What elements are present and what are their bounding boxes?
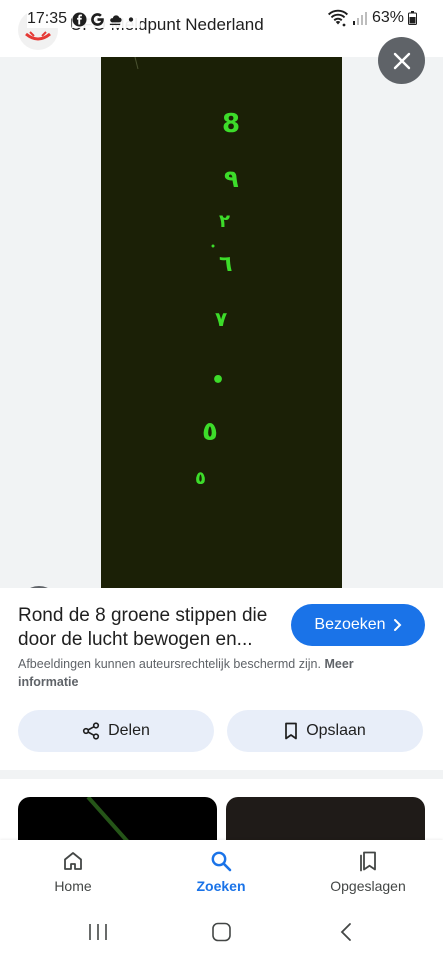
nav-home[interactable]: Home	[13, 850, 133, 894]
green-dot-3: ٢	[219, 211, 230, 232]
nav-search-label: Zoeken	[196, 878, 246, 894]
facebook-icon	[72, 11, 87, 27]
share-icon	[82, 722, 100, 740]
related-image-thumbnail[interactable]	[226, 797, 425, 842]
search-icon	[211, 851, 232, 872]
save-button[interactable]: Opslaan	[227, 710, 423, 752]
chevron-right-icon	[393, 619, 401, 631]
share-label: Delen	[108, 722, 150, 739]
copyright-notice: Afbeeldingen kunnen auteursrechtelijk be…	[18, 655, 413, 691]
battery-icon	[408, 11, 417, 25]
nav-saved-label: Opgeslagen	[330, 878, 406, 894]
green-dot-4: ٦	[219, 252, 232, 277]
visit-button[interactable]: Bezoeken	[291, 604, 425, 646]
ufo-photo[interactable]: 8 ٩ ٢ ٦ ٧ • ٥ ٥	[101, 56, 342, 588]
bottom-navigation: Home Zoeken Opgeslagen	[0, 840, 443, 906]
notification-icons	[72, 10, 140, 28]
status-time: 17:35	[27, 10, 70, 28]
green-dot-1: 8	[222, 109, 240, 139]
result-title[interactable]: Rond de 8 groene stippen die door de luc…	[18, 604, 280, 652]
status-bar: 17:35 63%	[0, 0, 443, 42]
back-icon[interactable]	[338, 922, 354, 942]
close-icon	[393, 52, 410, 69]
weather-icon	[109, 14, 122, 25]
share-button[interactable]: Delen	[18, 710, 214, 752]
battery-percentage: 63%	[371, 9, 404, 26]
image-result-page: UFO Meldpunt Nederland 17:35 63% 8 ٩ ٢ ٦…	[0, 0, 443, 960]
image-viewer: 8 ٩ ٢ ٦ ٧ • ٥ ٥	[0, 56, 443, 628]
nav-home-label: Home	[54, 878, 92, 894]
copyright-text: Afbeeldingen kunnen auteursrechtelijk be…	[18, 657, 321, 671]
green-dot-6: •	[211, 368, 225, 393]
green-dot-8: ٥	[195, 468, 206, 489]
save-label: Opslaan	[306, 722, 366, 739]
google-icon	[91, 12, 104, 26]
status-right: 63%	[327, 9, 417, 27]
bookmarks-icon	[360, 851, 376, 872]
home-icon	[64, 852, 82, 870]
dot-icon	[128, 16, 134, 22]
section-divider	[0, 770, 443, 779]
bookmark-icon	[285, 722, 298, 740]
visit-button-label: Bezoeken	[314, 616, 386, 633]
close-button[interactable]	[378, 37, 425, 84]
wifi-icon	[327, 9, 348, 27]
nav-saved[interactable]: Opgeslagen	[308, 850, 428, 894]
nav-search[interactable]: Zoeken	[161, 850, 281, 894]
result-info-panel: Rond de 8 groene stippen die door de luc…	[0, 588, 443, 770]
recent-apps-icon[interactable]	[87, 922, 109, 942]
green-dot-5: ٧	[215, 307, 227, 331]
green-dot-7: ٥	[202, 417, 218, 447]
system-navigation-bar	[0, 906, 443, 960]
home-button-icon[interactable]	[211, 922, 233, 942]
related-image-thumbnail[interactable]	[18, 797, 217, 842]
green-dot-2: ٩	[224, 165, 239, 193]
signal-icon	[352, 12, 367, 25]
